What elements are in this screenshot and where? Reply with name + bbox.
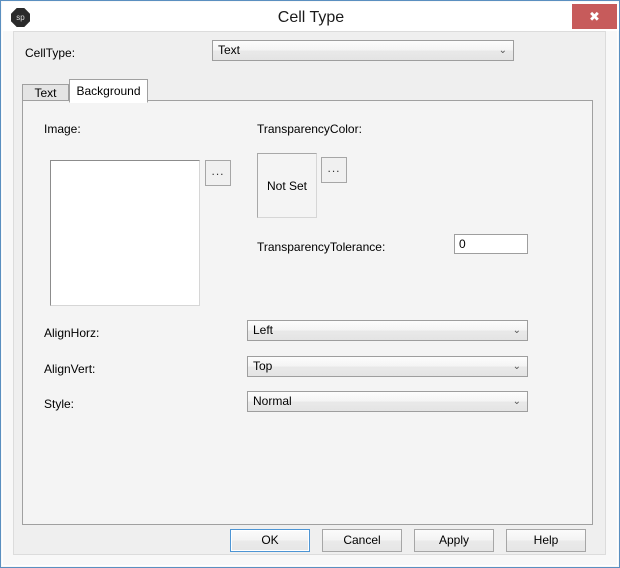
chevron-down-icon: ⌄ bbox=[512, 325, 521, 336]
cancel-button[interactable]: Cancel bbox=[322, 529, 402, 552]
tab-background[interactable]: Background bbox=[69, 79, 148, 103]
style-label: Style: bbox=[44, 397, 75, 411]
transparency-color-browse-label: ... bbox=[327, 160, 341, 175]
align-horz-label: AlignHorz: bbox=[44, 326, 100, 340]
style-value: Normal bbox=[253, 394, 292, 408]
background-tab-panel: Image: ... TransparencyColor: Not Set ..… bbox=[22, 100, 593, 525]
celltype-combobox[interactable]: Text ⌄ bbox=[212, 40, 514, 61]
align-vert-value: Top bbox=[253, 359, 273, 373]
chevron-down-icon: ⌄ bbox=[512, 396, 521, 407]
transparency-tolerance-input[interactable] bbox=[454, 234, 528, 254]
transparency-color-browse-button[interactable]: ... bbox=[321, 157, 347, 183]
cell-type-dialog-window: sp Cell Type ✖ CellType: Text ⌄ Text Bac… bbox=[0, 0, 620, 568]
align-horz-value: Left bbox=[253, 323, 274, 337]
apply-button[interactable]: Apply bbox=[414, 529, 494, 552]
transparency-color-swatch[interactable]: Not Set bbox=[257, 153, 317, 218]
celltype-combobox-value: Text bbox=[218, 43, 241, 57]
window-title: Cell Type bbox=[277, 9, 345, 26]
style-combobox[interactable]: Normal ⌄ bbox=[247, 391, 528, 412]
celltype-label: CellType: bbox=[25, 46, 76, 60]
align-horz-combobox[interactable]: Left ⌄ bbox=[247, 320, 528, 341]
help-button[interactable]: Help bbox=[506, 529, 586, 552]
chevron-down-icon: ⌄ bbox=[512, 361, 521, 372]
transparency-tolerance-label: TransparencyTolerance: bbox=[257, 240, 386, 254]
tab-strip: Text Background bbox=[22, 79, 593, 103]
align-vert-combobox[interactable]: Top ⌄ bbox=[247, 356, 528, 377]
image-browse-button[interactable]: ... bbox=[205, 160, 231, 186]
ok-button[interactable]: OK bbox=[230, 529, 310, 552]
align-vert-label: AlignVert: bbox=[44, 362, 96, 376]
close-icon[interactable]: ✖ bbox=[572, 4, 617, 29]
image-label: Image: bbox=[44, 122, 81, 136]
image-browse-label: ... bbox=[211, 163, 225, 178]
image-preview[interactable] bbox=[50, 160, 200, 306]
transparency-color-label: TransparencyColor: bbox=[257, 122, 362, 136]
dialog-client-area: CellType: Text ⌄ Text Background Image: … bbox=[13, 31, 606, 555]
chevron-down-icon: ⌄ bbox=[498, 45, 507, 56]
title-bar: sp Cell Type ✖ bbox=[3, 3, 619, 31]
